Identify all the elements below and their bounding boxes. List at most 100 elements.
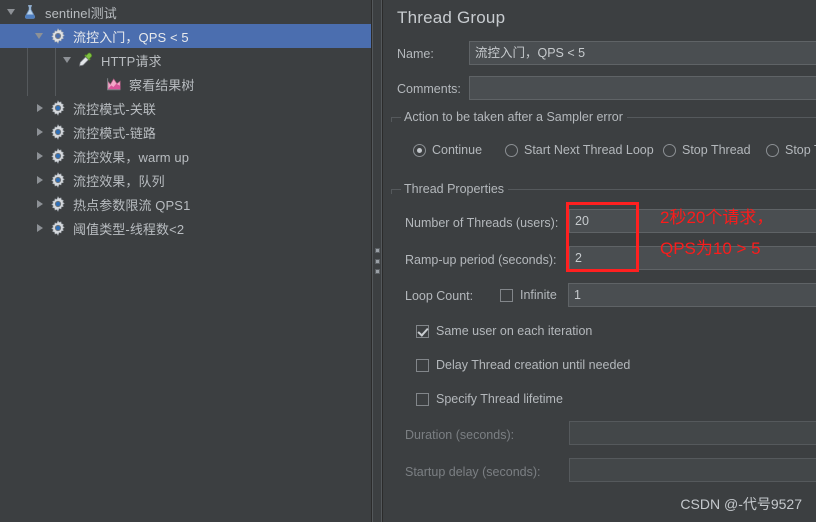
radio-label: Continue <box>432 143 483 157</box>
chevron-right-icon[interactable] <box>32 216 48 240</box>
watermark-text: CSDN @-代号9527 <box>680 496 802 512</box>
gear-icon <box>48 170 68 190</box>
comments-label: Comments: <box>397 82 461 96</box>
chevron-right-icon[interactable] <box>32 120 48 144</box>
tree-item-1[interactable]: 流控入门，QPS < 5 <box>0 24 371 48</box>
tree-item-label: 流控模式-链路 <box>73 125 157 141</box>
tree-item-9[interactable]: 阈值类型-线程数<2 <box>0 216 371 240</box>
number-of-threads-label: Number of Threads (users): <box>405 216 559 230</box>
tree-item-label: 流控模式-关联 <box>73 101 157 117</box>
tree-item-8[interactable]: 热点参数限流 QPS1 <box>0 192 371 216</box>
chevron-right-icon[interactable] <box>32 96 48 120</box>
tree-item-3[interactable]: 察看结果树 <box>0 72 371 96</box>
jmeter-window: sentinel测试流控入门，QPS < 5 HTTP请求察看结果树流控模式-关联… <box>0 0 816 522</box>
tree-item-7[interactable]: 流控效果，队列 <box>0 168 371 192</box>
groupbox-tick <box>391 117 392 122</box>
tree-rows[interactable]: sentinel测试流控入门，QPS < 5 HTTP请求察看结果树流控模式-关联… <box>0 0 371 240</box>
name-label: Name: <box>397 47 434 61</box>
name-input[interactable]: 流控入门，QPS < 5 <box>469 41 816 65</box>
delay-thread-creation-checkbox-item[interactable]: Delay Thread creation until needed <box>416 358 630 372</box>
thread-properties-groupbox: Thread Properties <box>391 182 816 196</box>
tree-item-5[interactable]: 流控模式-链路 <box>0 120 371 144</box>
checkbox-icon[interactable] <box>416 324 429 338</box>
radio-button-icon[interactable] <box>413 143 426 157</box>
chevron-right-icon[interactable] <box>32 144 48 168</box>
gear-icon <box>48 122 68 142</box>
tree-item-label: 察看结果树 <box>129 77 195 93</box>
radio-button-icon[interactable] <box>766 143 779 157</box>
loop-count-label: Loop Count: <box>405 289 474 303</box>
specify-thread-lifetime-label: Specify Thread lifetime <box>436 392 563 406</box>
tree-item-6[interactable]: 流控效果，warm up <box>0 144 371 168</box>
tree-item-label: HTTP请求 <box>101 53 162 69</box>
duration-input[interactable] <box>569 421 816 445</box>
radio-label: Start Next Thread Loop <box>524 143 654 157</box>
radio-stop-thread[interactable]: Stop Thread <box>663 143 751 157</box>
chevron-right-icon[interactable] <box>32 168 48 192</box>
duration-label: Duration (seconds): <box>405 428 515 442</box>
radio-start-next-thread-loop[interactable]: Start Next Thread Loop <box>505 143 654 157</box>
radio-button-icon[interactable] <box>663 143 676 157</box>
chevron-down-icon[interactable] <box>4 0 20 24</box>
splitter-grip-icon[interactable] <box>375 248 380 274</box>
same-user-label: Same user on each iteration <box>436 324 593 338</box>
tree-item-0[interactable]: sentinel测试 <box>0 0 371 24</box>
radio-continue[interactable]: Continue <box>413 143 482 157</box>
radio-label: Stop T <box>785 143 816 157</box>
thread-group-panel: Thread Group Name: 流控入门，QPS < 5 Comments… <box>382 0 816 522</box>
thread-properties-group-title: Thread Properties <box>401 182 509 196</box>
sampler-error-groupbox: Action to be taken after a Sampler error <box>391 110 816 124</box>
test-plan-tree[interactable]: sentinel测试流控入门，QPS < 5 HTTP请求察看结果树流控模式-关联… <box>0 0 372 522</box>
annotation-line-1: 2秒20个请求， <box>660 208 774 227</box>
checkbox-icon[interactable] <box>500 288 513 302</box>
infinite-checkbox-item[interactable]: Infinite <box>500 288 557 302</box>
checkbox-icon[interactable] <box>416 392 429 406</box>
tree-item-label: 阈值类型-线程数<2 <box>73 221 185 237</box>
infinite-label: Infinite <box>520 288 557 302</box>
gear-icon <box>48 98 68 118</box>
comments-input[interactable] <box>469 76 816 100</box>
page-title: Thread Group <box>397 8 506 27</box>
radio-stop-test[interactable]: Stop T <box>766 143 816 157</box>
gear-icon <box>48 218 68 238</box>
same-user-checkbox-item[interactable]: Same user on each iteration <box>416 324 592 338</box>
specify-thread-lifetime-checkbox-item[interactable]: Specify Thread lifetime <box>416 392 563 406</box>
annotation-line-2: QPS为10 > 5 <box>660 239 761 258</box>
startup-delay-input[interactable] <box>569 458 816 482</box>
tree-item-label: 流控入门，QPS < 5 <box>73 29 189 45</box>
tree-item-label: 流控效果，warm up <box>73 149 190 165</box>
checkbox-icon[interactable] <box>416 358 429 372</box>
loop-count-input[interactable]: 1 <box>568 283 816 307</box>
gear-icon <box>48 146 68 166</box>
chevron-down-icon[interactable] <box>32 24 48 48</box>
radio-label: Stop Thread <box>682 143 751 157</box>
delay-thread-creation-label: Delay Thread creation until needed <box>436 358 631 372</box>
pipette-icon <box>76 50 96 70</box>
startup-delay-label: Startup delay (seconds): <box>405 465 541 479</box>
flask-icon <box>20 2 40 22</box>
radio-button-icon[interactable] <box>505 143 518 157</box>
tree-item-label: sentinel测试 <box>45 5 117 21</box>
chevron-down-icon[interactable] <box>60 48 76 72</box>
tree-item-label: 热点参数限流 QPS1 <box>73 197 191 213</box>
groupbox-tick <box>391 189 392 194</box>
sampler-error-group-title: Action to be taken after a Sampler error <box>401 110 627 124</box>
tree-item-label: 流控效果，队列 <box>73 173 165 189</box>
chevron-right-icon[interactable] <box>32 192 48 216</box>
chart-icon <box>104 74 124 94</box>
ramp-up-period-label: Ramp-up period (seconds): <box>405 253 557 267</box>
panel-splitter[interactable] <box>372 0 382 522</box>
gear-icon <box>48 26 68 46</box>
tree-item-2[interactable]: HTTP请求 <box>0 48 371 72</box>
tree-item-4[interactable]: 流控模式-关联 <box>0 96 371 120</box>
